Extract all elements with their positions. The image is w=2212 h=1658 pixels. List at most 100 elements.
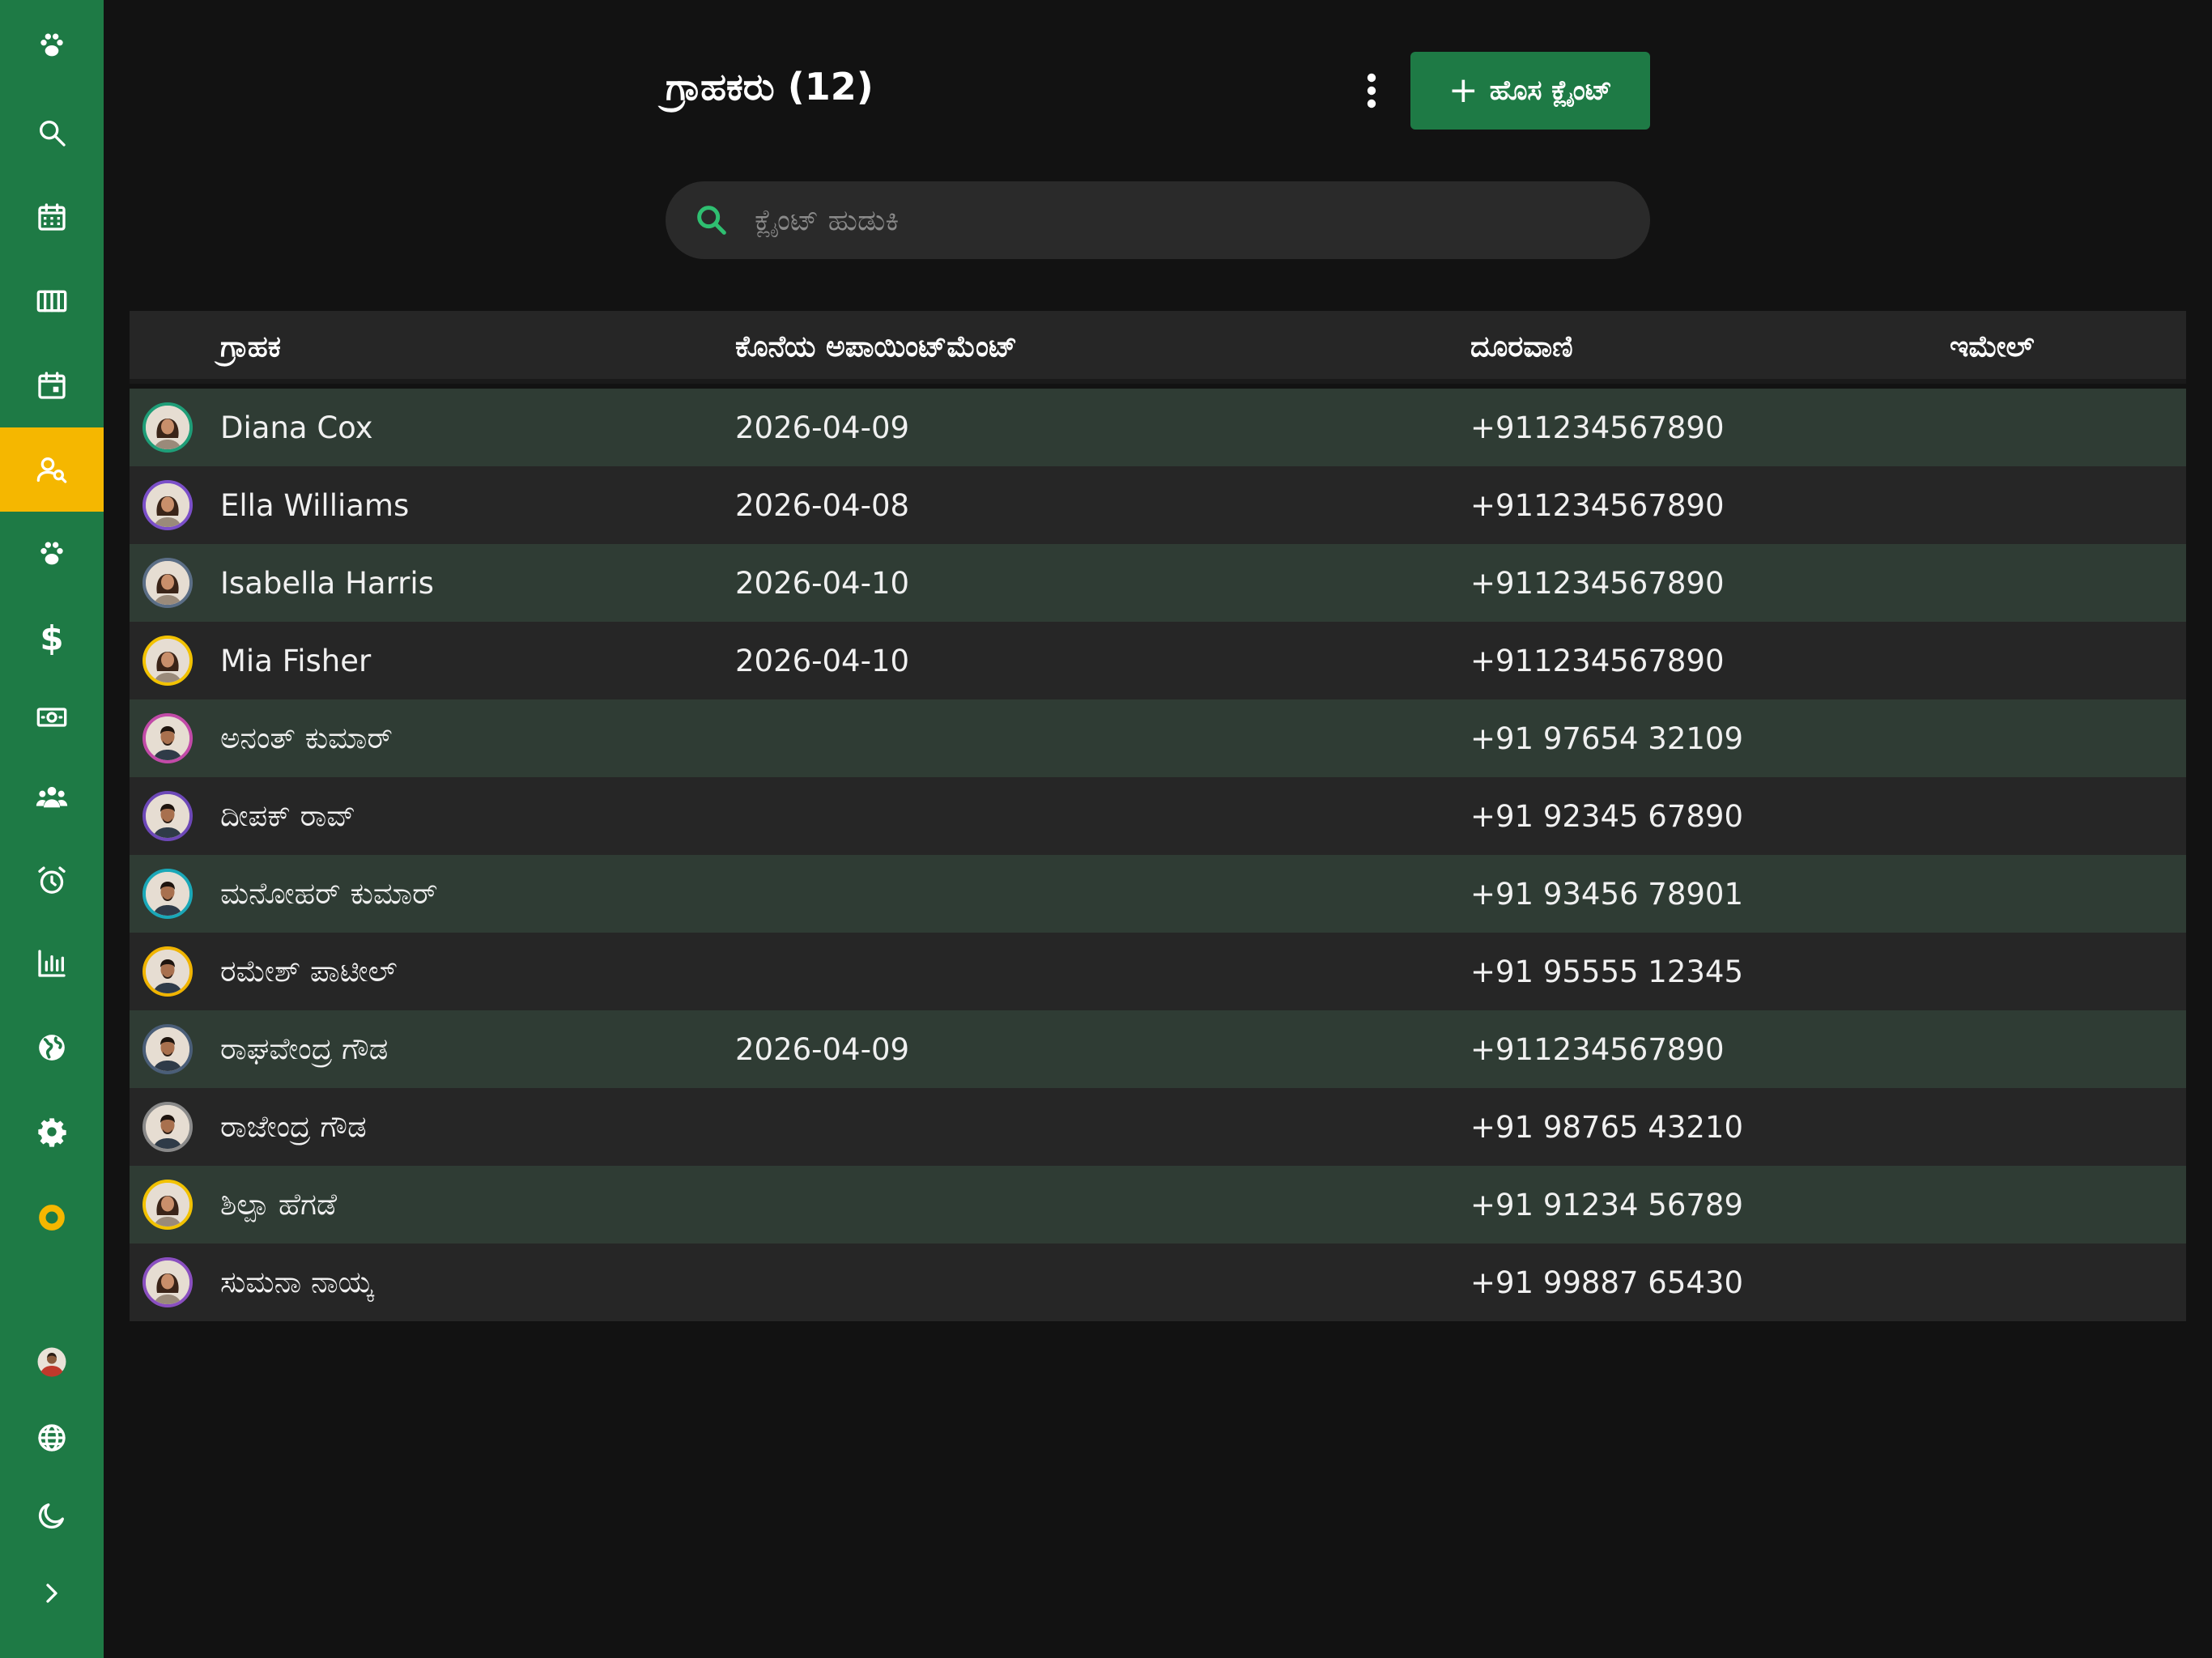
nav-settings[interactable] (0, 1090, 104, 1174)
header-last-appointment[interactable]: ಕೊನೆಯ ಅಪಾಯಿಂಟ್‌ಮೆಂಟ್ (735, 311, 1017, 384)
columns-icon (36, 290, 67, 312)
table-body: Diana Cox 2026-04-09 +911234567890 Ella Wil… (130, 389, 2186, 1321)
phone-cell: +91 92345 67890 (1470, 798, 1744, 834)
nav-calendar[interactable] (0, 175, 104, 259)
table-row[interactable]: ಅನಂತ್ ಕುಮಾರ್ +91 97654 32109 (130, 699, 2186, 777)
phone-cell: +91 93456 78901 (1470, 876, 1744, 912)
phone-cell: +911234567890 (1470, 1031, 1725, 1067)
table-row[interactable]: ರಾಜೇಂದ್ರ ಗೌಡ +91 98765 43210 (130, 1088, 2186, 1166)
nav-search[interactable] (0, 91, 104, 175)
avatar (143, 1102, 193, 1152)
nav-reports[interactable] (0, 921, 104, 1005)
table-row[interactable]: ಶಿಲ್ಪಾ ಹೆಗಡೆ +91 91234 56789 (130, 1166, 2186, 1244)
nav-expand[interactable] (0, 1551, 104, 1635)
avatar (143, 713, 193, 763)
client-name-cell: ರಮೇಶ್ ಪಾಟೀಲ್ (220, 954, 398, 988)
client-name-cell: ಶಿಲ್ಪಾ ಹೆಗಡೆ (220, 1187, 338, 1222)
nav-reminders[interactable] (0, 839, 104, 923)
phone-cell: +911234567890 (1470, 643, 1725, 678)
avatar (143, 636, 193, 686)
nav-status[interactable] (0, 1175, 104, 1260)
nav-theme[interactable] (0, 1473, 104, 1558)
client-name-cell: Diana Cox (220, 410, 373, 445)
client-name-cell: ದೀಪಕ್ ರಾವ್ (220, 798, 356, 833)
nav-clients[interactable] (0, 427, 104, 512)
banknote-icon (36, 708, 67, 727)
page-title: ಗ್ರಾಹಕರು (12) (666, 65, 874, 108)
nav-language[interactable] (0, 1396, 104, 1480)
search-input[interactable] (755, 203, 1613, 237)
phone-cell: +91 98765 43210 (1470, 1109, 1744, 1145)
nav-profile[interactable] (0, 1320, 104, 1404)
new-client-button[interactable]: + ಹೊಸ ಕ್ಲೈಂಟ್ (1410, 52, 1650, 130)
search-icon (697, 206, 726, 235)
client-name-cell: ರಾಜೇಂದ್ರ ಗೌಡ (220, 1109, 367, 1144)
sidebar: $ (0, 0, 104, 1658)
moon-icon (38, 1503, 65, 1529)
plus-icon: + (1448, 70, 1478, 111)
bar-chart-icon (38, 950, 66, 977)
phone-cell: +91 97654 32109 (1470, 721, 1744, 756)
avatar (143, 1257, 193, 1307)
search-bar (666, 181, 1650, 259)
globe-icon (39, 1035, 65, 1061)
phone-cell: +91 95555 12345 (1470, 954, 1744, 989)
calendar-icon (38, 203, 66, 231)
nav-board[interactable] (0, 259, 104, 343)
last-appointment-cell: 2026-04-09 (735, 1031, 910, 1067)
client-name-cell: ಮನೋಹರ್ ಕುಮಾರ್ (220, 876, 438, 911)
clients-table: ಗ್ರಾಹಕ ಕೊನೆಯ ಅಪಾಯಿಂಟ್‌ಮೆಂಟ್ ದೂರವಾಣಿ ಇಮೇಲ… (130, 311, 2186, 1321)
nav-paw[interactable] (0, 3, 104, 87)
table-row[interactable]: ದೀಪಕ್ ರಾವ್ +91 92345 67890 (130, 777, 2186, 855)
last-appointment-cell: 2026-04-09 (735, 410, 910, 445)
chevron-right-icon (46, 1584, 57, 1603)
more-options-button[interactable] (1347, 68, 1396, 113)
table-header: ಗ್ರಾಹಕ ಕೊನೆಯ ಅಪಾಯಿಂಟ್‌ಮೆಂಟ್ ದೂರವಾಣಿ ಇಮೇಲ… (130, 311, 2186, 384)
client-name-cell: ಅನಂತ್ ಕುಮಾರ್ (220, 721, 393, 755)
header-email[interactable]: ಇಮೇಲ್ (1950, 311, 2034, 384)
table-row[interactable]: Mia Fisher 2026-04-10 +911234567890 (130, 622, 2186, 699)
more-vertical-icon (1367, 73, 1376, 108)
nav-website[interactable] (0, 1005, 104, 1090)
last-appointment-cell: 2026-04-08 (735, 487, 910, 523)
phone-cell: +91 99887 65430 (1470, 1265, 1744, 1300)
phone-cell: +911234567890 (1470, 565, 1725, 601)
table-row[interactable]: ಮನೋಹರ್ ಕುಮಾರ್ +91 93456 78901 (130, 855, 2186, 933)
client-name-cell: ಸುಮನಾ ನಾಯ್ಕ (220, 1265, 373, 1299)
nav-pets[interactable] (0, 512, 104, 596)
phone-cell: +911234567890 (1470, 410, 1725, 445)
table-row[interactable]: Ella Williams 2026-04-08 +911234567890 (130, 466, 2186, 544)
avatar (143, 946, 193, 997)
header-phone[interactable]: ದೂರವಾಣಿ (1470, 311, 1573, 384)
table-row[interactable]: Isabella Harris 2026-04-10 +911234567890 (130, 544, 2186, 622)
new-client-label: ಹೊಸ ಕ್ಲೈಂಟ್ (1489, 74, 1613, 107)
avatar (143, 791, 193, 841)
user-search-icon (36, 457, 67, 483)
client-name-cell: Ella Williams (220, 487, 410, 523)
avatar (143, 480, 193, 530)
table-row[interactable]: Diana Cox 2026-04-09 +911234567890 (130, 389, 2186, 466)
last-appointment-cell: 2026-04-10 (735, 643, 910, 678)
users-icon (36, 787, 68, 808)
last-appointment-cell: 2026-04-10 (735, 565, 910, 601)
user-avatar-icon (37, 1347, 66, 1377)
nav-payments[interactable]: $ (0, 596, 104, 680)
table-row[interactable]: ರಮೇಶ್ ಪಾಟೀಲ್ +91 95555 12345 (130, 933, 2186, 1010)
header-client[interactable]: ಗ್ರಾಹಕ (220, 311, 281, 384)
nav-cash[interactable] (0, 675, 104, 759)
table-row[interactable]: ಸುಮನಾ ನಾಯ್ಕ +91 99887 65430 (130, 1244, 2186, 1321)
paw-icon (40, 33, 63, 57)
avatar (143, 1180, 193, 1230)
table-row[interactable]: ರಾಘವೇಂದ್ರ ಗೌಡ 2026-04-09 +911234567890 (130, 1010, 2186, 1088)
calendar-day-icon (38, 372, 66, 399)
client-name-cell: Isabella Harris (220, 565, 434, 601)
nav-team[interactable] (0, 755, 104, 839)
search-icon (40, 121, 66, 147)
avatar (143, 558, 193, 608)
avatar (143, 1024, 193, 1074)
client-name-cell: ರಾಘವೇಂದ್ರ ಗೌಡ (220, 1031, 389, 1066)
dollar-icon: $ (40, 618, 64, 658)
ring-icon (39, 1205, 65, 1231)
nav-day-calendar[interactable] (0, 343, 104, 427)
avatar (143, 402, 193, 453)
